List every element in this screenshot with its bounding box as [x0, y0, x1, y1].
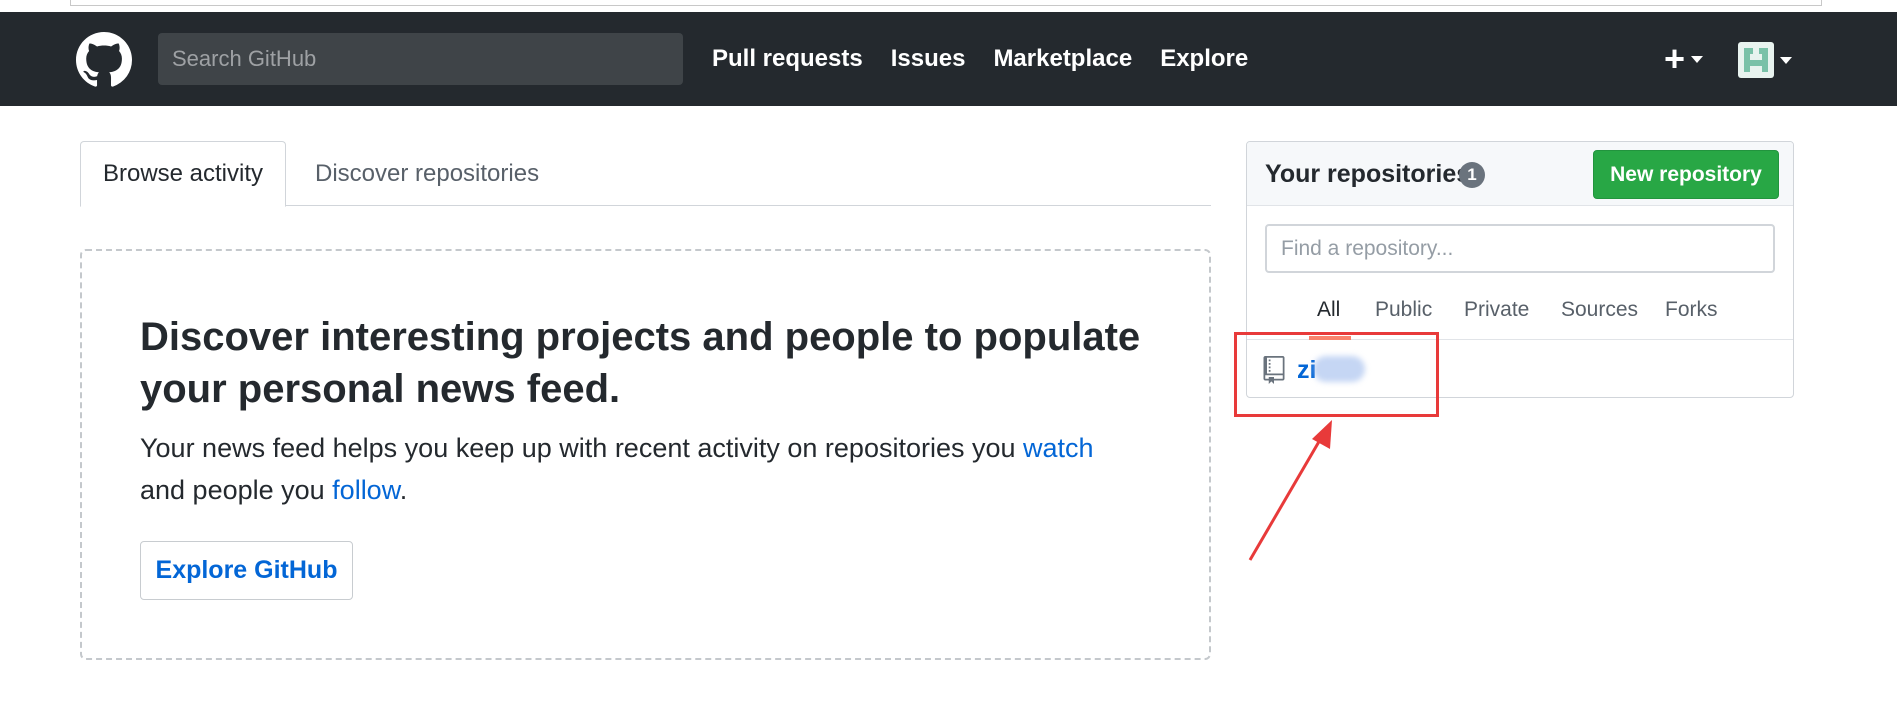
new-repository-button[interactable]: New repository	[1593, 150, 1779, 199]
tab-discover-repositories[interactable]: Discover repositories	[315, 141, 539, 207]
filter-sources[interactable]: Sources	[1561, 298, 1638, 322]
follow-link[interactable]: follow	[332, 475, 400, 505]
repositories-title: Your repositories	[1265, 160, 1471, 188]
discover-text-part: and people you	[140, 475, 333, 505]
discover-panel: Discover interesting projects and people…	[80, 249, 1211, 660]
nav-issues[interactable]: Issues	[891, 45, 966, 73]
discover-heading: Discover interesting projects and people…	[140, 315, 1141, 411]
discover-text-part: Your news feed helps you keep up with re…	[140, 433, 1024, 463]
main-nav: Pull requests Issues Marketplace Explore	[712, 12, 1248, 106]
avatar	[1738, 42, 1774, 78]
caret-down-icon	[1691, 55, 1704, 63]
plus-icon: +	[1664, 38, 1686, 79]
filter-all[interactable]: All	[1317, 298, 1340, 322]
annotation-arrow-icon	[1248, 420, 1332, 561]
repository-count-badge: 1	[1459, 162, 1485, 188]
site-header: Pull requests Issues Marketplace Explore…	[0, 12, 1897, 106]
filter-forks[interactable]: Forks	[1665, 298, 1718, 322]
nav-marketplace[interactable]: Marketplace	[993, 45, 1132, 73]
filter-public[interactable]: Public	[1375, 298, 1432, 322]
explore-github-button[interactable]: Explore GitHub	[140, 541, 353, 600]
browser-address-frame	[70, 0, 1822, 6]
annotation-highlight-box	[1234, 332, 1439, 417]
nav-pull-requests[interactable]: Pull requests	[712, 45, 863, 73]
create-new-menu-button[interactable]: +	[1664, 38, 1704, 79]
caret-down-icon	[1780, 56, 1792, 64]
find-repository-input[interactable]	[1265, 224, 1775, 273]
nav-explore[interactable]: Explore	[1160, 45, 1248, 73]
repositories-header: Your repositories 1 New repository	[1247, 142, 1793, 206]
search-input[interactable]	[158, 33, 683, 85]
filter-private[interactable]: Private	[1464, 298, 1529, 322]
dashboard-tabs: Browse activity Discover repositories	[80, 141, 1211, 207]
browser-chrome-strip	[0, 0, 1897, 12]
github-logo-icon[interactable]	[76, 32, 132, 88]
user-menu-button[interactable]	[1738, 42, 1792, 78]
watch-link[interactable]: watch	[1023, 433, 1094, 463]
tab-browse-activity[interactable]: Browse activity	[80, 141, 286, 207]
discover-text-part: .	[399, 475, 408, 505]
discover-description: Your news feed helps you keep up with re…	[140, 427, 1160, 511]
